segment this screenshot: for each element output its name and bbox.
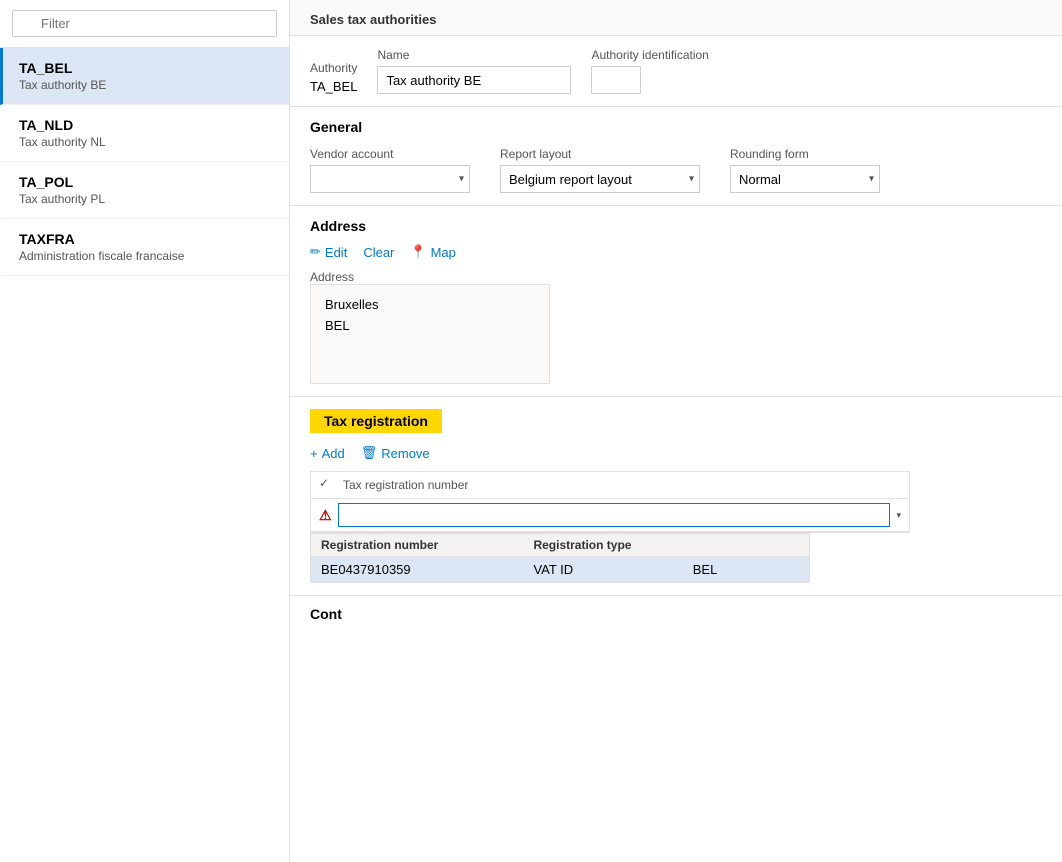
sidebar-item-ta-bel[interactable]: TA_BEL Tax authority BE xyxy=(0,48,289,105)
dropdown-col-reg-number: Registration number xyxy=(321,538,533,552)
dropdown-row[interactable]: BE0437910359 VAT ID BEL xyxy=(311,557,809,582)
cont-label: Cont xyxy=(290,595,1062,632)
auth-id-label: Authority identification xyxy=(591,48,708,62)
dropdown-row-reg-type: VAT ID xyxy=(533,562,692,577)
tax-reg-table: ✓ Tax registration number ⚠ ▾ xyxy=(310,471,910,533)
section-title: Sales tax authorities xyxy=(290,0,1062,36)
filter-box: 🔍 xyxy=(0,0,289,48)
sidebar-item-ta-nld-title: TA_NLD xyxy=(19,117,273,133)
address-actions: ✏ Edit Clear 📍 Map xyxy=(310,244,1042,260)
rounding-form-wrapper: Normal Downward Upward ▾ xyxy=(730,165,880,193)
dropdown-col-reg-type: Registration type xyxy=(533,538,692,552)
tax-reg-input-row: ⚠ ▾ xyxy=(311,499,909,532)
remove-link[interactable]: 🗑 Remove xyxy=(361,445,430,461)
sidebar-item-ta-pol-subtitle: Tax authority PL xyxy=(19,192,273,206)
map-label: Map xyxy=(431,245,456,260)
remove-icon: 🗑 xyxy=(361,445,378,461)
add-link[interactable]: + Add xyxy=(310,445,345,461)
warning-icon: ⚠ xyxy=(319,507,332,524)
dropdown-col-extra xyxy=(693,538,799,552)
edit-label: Edit xyxy=(325,245,347,260)
authority-label: Authority xyxy=(310,61,357,75)
authority-value: TA_BEL xyxy=(310,79,357,94)
tax-reg-table-header: ✓ Tax registration number xyxy=(311,472,909,499)
report-layout-field: Report layout Belgium report layout Stan… xyxy=(500,147,700,193)
sidebar-item-ta-nld[interactable]: TA_NLD Tax authority NL xyxy=(0,105,289,162)
clear-label: Clear xyxy=(363,245,394,260)
dropdown-row-reg-number: BE0437910359 xyxy=(321,562,533,577)
report-layout-wrapper: Belgium report layout Standard Dutch rep… xyxy=(500,165,700,193)
sidebar-item-taxfra-title: TAXFRA xyxy=(19,231,273,247)
tax-reg-number-input[interactable] xyxy=(338,503,891,527)
add-icon: + xyxy=(310,446,318,461)
vendor-account-wrapper: ▾ xyxy=(310,165,470,193)
address-title: Address xyxy=(310,218,1042,234)
auth-id-field: Authority identification xyxy=(591,48,708,94)
sidebar-item-taxfra[interactable]: TAXFRA Administration fiscale francaise xyxy=(0,219,289,276)
remove-label: Remove xyxy=(381,446,429,461)
authority-field: Authority TA_BEL xyxy=(310,61,357,94)
vendor-account-label: Vendor account xyxy=(310,147,470,161)
address-box: Bruxelles BEL xyxy=(310,284,550,384)
sidebar-item-taxfra-subtitle: Administration fiscale francaise xyxy=(19,249,273,263)
rounding-form-label: Rounding form xyxy=(730,147,880,161)
filter-input[interactable] xyxy=(12,10,277,37)
sidebar-item-ta-pol[interactable]: TA_POL Tax authority PL xyxy=(0,162,289,219)
map-link[interactable]: 📍 Map xyxy=(410,244,455,260)
authority-row: Authority TA_BEL Name Authority identifi… xyxy=(290,36,1062,107)
filter-wrapper: 🔍 xyxy=(12,10,277,37)
dropdown-header: Registration number Registration type xyxy=(311,534,809,557)
main-content: Sales tax authorities Authority TA_BEL N… xyxy=(290,0,1062,862)
edit-link[interactable]: ✏ Edit xyxy=(310,244,347,260)
name-input[interactable] xyxy=(377,66,571,94)
tax-reg-actions: + Add 🗑 Remove xyxy=(310,445,1042,461)
clear-link[interactable]: Clear xyxy=(363,244,394,260)
rounding-form-field: Rounding form Normal Downward Upward ▾ xyxy=(730,147,880,193)
address-line1: Bruxelles xyxy=(325,295,535,316)
map-icon: 📍 xyxy=(410,244,426,260)
sidebar-item-ta-bel-subtitle: Tax authority BE xyxy=(19,78,273,92)
rounding-form-select[interactable]: Normal Downward Upward xyxy=(730,165,880,193)
name-field: Name xyxy=(377,48,571,94)
sidebar-item-ta-bel-title: TA_BEL xyxy=(19,60,273,76)
report-layout-select[interactable]: Belgium report layout Standard Dutch rep… xyxy=(500,165,700,193)
address-line2: BEL xyxy=(325,316,535,337)
name-label: Name xyxy=(377,48,571,62)
edit-icon: ✏ xyxy=(310,244,321,260)
tax-reg-dropdown: Registration number Registration type BE… xyxy=(310,533,810,583)
dropdown-row-extra: BEL xyxy=(693,562,799,577)
general-title: General xyxy=(310,119,1042,135)
sidebar-item-ta-nld-subtitle: Tax authority NL xyxy=(19,135,273,149)
auth-id-input[interactable] xyxy=(591,66,641,94)
general-section: General Vendor account ▾ Report layout B… xyxy=(290,107,1062,206)
check-col-header: ✓ xyxy=(319,476,339,494)
address-label: Address xyxy=(310,270,1042,284)
general-fields: Vendor account ▾ Report layout Belgium r… xyxy=(310,147,1042,193)
sidebar: 🔍 TA_BEL Tax authority BE TA_NLD Tax aut… xyxy=(0,0,290,862)
tax-registration-section: Tax registration + Add 🗑 Remove ✓ Tax re… xyxy=(290,397,1062,595)
vendor-account-select[interactable] xyxy=(310,165,470,193)
tax-reg-input-chevron: ▾ xyxy=(896,510,901,521)
report-layout-label: Report layout xyxy=(500,147,700,161)
tax-registration-tab: Tax registration xyxy=(310,409,442,433)
address-section: Address ✏ Edit Clear 📍 Map Address Bruxe… xyxy=(290,206,1062,397)
add-label: Add xyxy=(322,446,345,461)
tax-reg-number-header: Tax registration number xyxy=(339,476,901,494)
sidebar-item-ta-pol-title: TA_POL xyxy=(19,174,273,190)
vendor-account-field: Vendor account ▾ xyxy=(310,147,470,193)
